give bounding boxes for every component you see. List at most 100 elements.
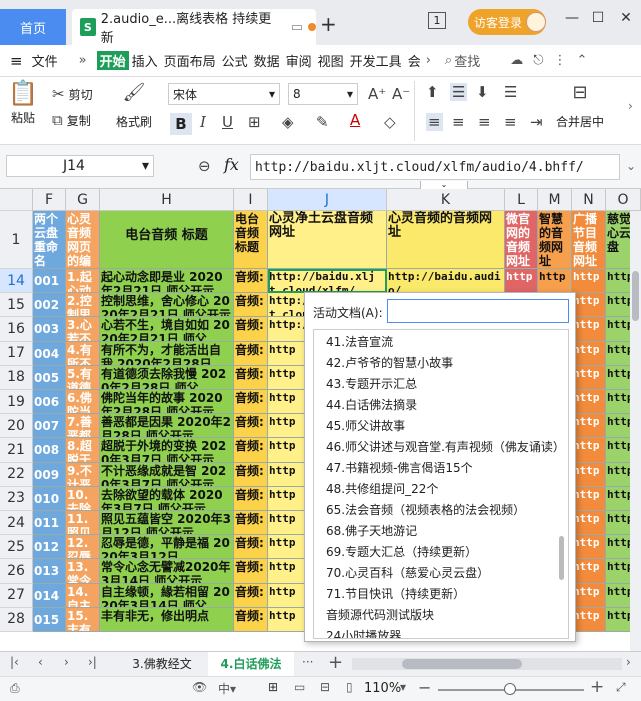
menu-view[interactable]: 视图	[315, 51, 347, 70]
indent-icon[interactable]: ⇥	[530, 113, 543, 131]
row-header[interactable]: 25	[0, 535, 33, 560]
column-header-j[interactable]: J	[268, 189, 387, 211]
search-label[interactable]: 查找	[454, 51, 480, 70]
table-cell-f[interactable]: 005	[33, 365, 66, 390]
macro-icon[interactable]: ⎙	[10, 681, 20, 696]
next-sheet-icon[interactable]: ›	[64, 655, 69, 669]
row-header[interactable]: 14	[0, 269, 33, 294]
underline-icon[interactable]: U	[222, 113, 233, 131]
chevron-down-icon[interactable]: ⌄	[626, 159, 636, 173]
table-cell-f[interactable]: 006	[33, 390, 66, 415]
header-cell-j[interactable]: 心灵净土云盘音频网址	[268, 211, 387, 269]
table-cell-f[interactable]: 003	[33, 317, 66, 342]
table-cell-n[interactable]: http	[572, 317, 606, 342]
table-cell-l[interactable]: http	[505, 269, 538, 294]
selected-cell-j14[interactable]: http://baidu.xljt.cloud/xlfm/	[268, 269, 387, 294]
header-cell-m[interactable]: 智慧的音频网址	[538, 211, 572, 269]
header-cell-l[interactable]: 微官网的音频网址	[505, 211, 538, 269]
row-header[interactable]: 17	[0, 341, 33, 366]
table-cell-g[interactable]: 14.自主	[66, 583, 100, 608]
table-cell-n[interactable]: http	[572, 486, 606, 511]
table-cell-i[interactable]: 音频:	[234, 341, 268, 366]
table-cell-g[interactable]: 2.控制思	[66, 293, 100, 318]
font-color-icon[interactable]: A	[350, 111, 360, 129]
zoom-dropdown-icon[interactable]: ▾	[400, 680, 406, 694]
italic-icon[interactable]: I	[200, 113, 206, 131]
column-header-f[interactable]: F	[33, 189, 66, 211]
zoom-out-icon[interactable]: −	[418, 678, 431, 697]
document-list-item[interactable]: 47.书籍视频-佛言偈语15个	[314, 458, 568, 479]
table-cell-i[interactable]: 音频:	[234, 293, 268, 318]
column-header-h[interactable]: H	[100, 189, 234, 211]
ribbon-scroll-right-icon[interactable]: ›	[628, 99, 633, 113]
chevron-right-icon[interactable]: ›	[426, 53, 431, 68]
minimize-icon[interactable]: —	[560, 10, 584, 26]
row-header[interactable]: 28	[0, 607, 33, 632]
maximize-icon[interactable]: ☐	[586, 10, 610, 26]
row-header[interactable]: 22	[0, 462, 33, 487]
horizontal-scrollbar[interactable]	[352, 658, 622, 670]
document-list-item[interactable]: 41.法音宣流	[314, 332, 568, 353]
table-cell-n[interactable]: http	[572, 414, 606, 439]
zoom-formula-icon[interactable]: ⊖	[198, 157, 211, 175]
document-list-item[interactable]: 65.法会音频（视频表格的法会视频）	[314, 500, 568, 521]
table-cell-m[interactable]: http	[538, 269, 572, 294]
align-middle-icon[interactable]: ☰	[450, 83, 468, 101]
table-cell-i[interactable]: 音频:	[234, 317, 268, 342]
scroll-right-icon[interactable]: ›	[626, 655, 631, 669]
eraser-icon[interactable]: ◇	[384, 113, 396, 131]
first-sheet-icon[interactable]: |‹	[10, 655, 19, 669]
eye-protection-icon[interactable]: 👁	[192, 680, 207, 694]
document-list-item[interactable]: 71.节目快讯（持续更新）	[314, 584, 568, 605]
menu-home[interactable]: 开始	[96, 51, 129, 70]
table-cell-n[interactable]: http	[572, 462, 606, 487]
menu-page-layout[interactable]: 页面布局	[161, 51, 219, 70]
font-size-select[interactable]: 8 ▾	[288, 83, 358, 105]
more-icon[interactable]: ⋮	[554, 53, 567, 68]
zoom-slider-thumb[interactable]	[504, 683, 516, 695]
menu-member[interactable]: 会	[405, 51, 424, 70]
more-sheets-button[interactable]: ···	[302, 655, 313, 669]
table-cell-n[interactable]: http	[572, 583, 606, 608]
format-painter-button[interactable]: 🖌 格式刷	[116, 83, 152, 130]
align-bottom-icon[interactable]: ⬇	[476, 83, 489, 101]
table-cell-g[interactable]: 3.心若不生	[66, 317, 100, 342]
table-cell-i[interactable]: 音频:	[234, 511, 268, 536]
zoom-in-icon[interactable]: +	[590, 677, 604, 697]
align-right-icon[interactable]: ≡	[478, 113, 491, 131]
document-list-item[interactable]: 音频源代码测试版块	[314, 605, 568, 626]
table-cell-h[interactable]: 常令心念无譬减2020年3月14日 师父开示	[100, 559, 234, 584]
search-icon[interactable]: ⌕	[445, 53, 452, 68]
document-list-item[interactable]: 42.卢爷爷的智慧小故事	[314, 353, 568, 374]
column-header-n[interactable]: N	[572, 189, 606, 211]
monitor-icon[interactable]: ▭	[291, 20, 303, 35]
table-cell-h[interactable]: 自主缘顿，緣若相留 2020年3月14日 师父	[100, 583, 234, 608]
header-cell-n[interactable]: 广播节目音频网址	[572, 211, 606, 269]
align-left-icon[interactable]: ≡	[426, 113, 443, 131]
row-header[interactable]: 1	[0, 211, 33, 269]
table-cell-i[interactable]: 音频:	[234, 438, 268, 463]
header-cell-i[interactable]: 电台音频标题	[234, 211, 268, 269]
table-cell-n[interactable]: http	[572, 269, 606, 294]
increase-font-icon[interactable]: A⁺	[368, 85, 386, 103]
share-icon[interactable]: ⎋	[533, 53, 543, 68]
table-cell-n[interactable]: http	[572, 511, 606, 536]
table-cell-f[interactable]: 014	[33, 583, 66, 608]
table-cell-g[interactable]: 10.去除	[66, 486, 100, 511]
table-cell-h[interactable]: 照见五蕴皆空 2020年3月12日 师父开示	[100, 511, 234, 536]
table-cell-f[interactable]: 007	[33, 414, 66, 439]
table-cell-g[interactable]: 7.善恶都	[66, 414, 100, 439]
column-header-o[interactable]: O	[606, 189, 641, 211]
menu-insert[interactable]: 插入	[129, 51, 161, 70]
sheet-tab-3[interactable]: 3.佛教经文	[118, 652, 206, 676]
document-list-item[interactable]: 68.佛子天地游记	[314, 521, 568, 542]
fx-icon[interactable]: fx	[224, 155, 239, 174]
row-header[interactable]: 16	[0, 317, 33, 342]
table-cell-i[interactable]: 音频:	[234, 390, 268, 415]
add-tab-button[interactable]: +	[320, 12, 337, 36]
language-icon[interactable]: 中▾	[218, 680, 236, 697]
table-cell-f[interactable]: 015	[33, 607, 66, 632]
horizontal-scrollbar-thumb[interactable]	[402, 659, 522, 669]
tab-home[interactable]: 首页	[0, 9, 66, 45]
close-icon[interactable]: ✕	[614, 10, 638, 26]
